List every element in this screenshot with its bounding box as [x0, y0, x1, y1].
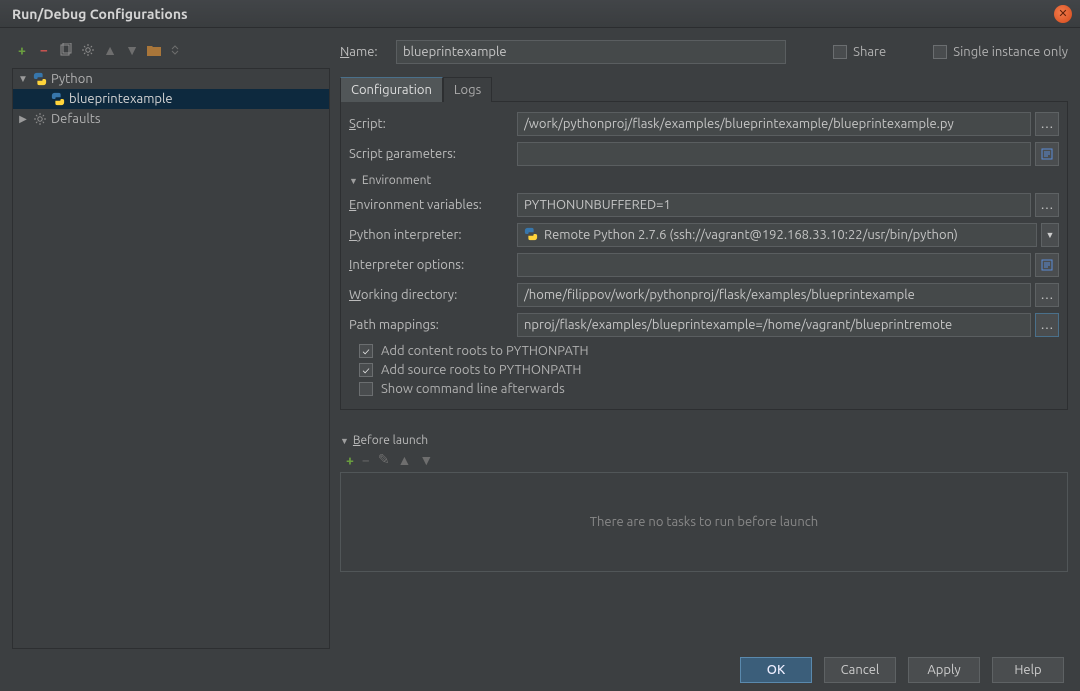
interp-opts-input[interactable] [517, 253, 1031, 277]
python-icon [524, 227, 538, 244]
tab-configuration[interactable]: Configuration [340, 77, 443, 102]
before-launch-list[interactable]: There are no tasks to run before launch [340, 472, 1068, 572]
browse-workdir-button[interactable]: … [1035, 283, 1059, 307]
add-icon[interactable]: + [14, 42, 30, 58]
env-vars-input[interactable] [517, 193, 1031, 217]
expand-interp-opts-button[interactable] [1035, 253, 1059, 277]
share-checkbox[interactable] [833, 45, 847, 59]
interpreter-value: Remote Python 2.7.6 (ssh://vagrant@192.1… [544, 228, 958, 242]
show-cmdline-label: Show command line afterwards [381, 382, 565, 396]
edit-env-vars-button[interactable]: … [1035, 193, 1059, 217]
empty-tasks-label: There are no tasks to run before launch [590, 515, 818, 529]
name-input[interactable] [396, 40, 786, 64]
config-tree[interactable]: ▼ Python blueprintexample ▶ Defaults [12, 68, 330, 649]
tree-node-blueprintexample[interactable]: blueprintexample [13, 89, 329, 109]
python-icon [33, 72, 47, 86]
expand-arrow-icon[interactable]: ▼ [17, 73, 29, 85]
tab-bar: Configuration Logs [340, 76, 1068, 102]
gear-icon [33, 112, 47, 126]
script-params-input[interactable] [517, 142, 1031, 166]
window-title: Run/Debug Configurations [12, 6, 188, 22]
collapse-triangle-icon: ▼ [349, 176, 358, 186]
environment-section[interactable]: ▼ Environment [349, 174, 1059, 187]
settings-icon[interactable] [80, 42, 96, 58]
name-label: Name: [340, 45, 388, 59]
remove-task-icon: − [362, 452, 370, 468]
add-content-roots-label: Add content roots to PYTHONPATH [381, 344, 589, 358]
expand-params-button[interactable] [1035, 142, 1059, 166]
workdir-label: Working directory: [349, 288, 509, 302]
ok-button[interactable]: OK [740, 657, 812, 683]
add-content-roots-checkbox[interactable]: ✓ [359, 344, 373, 358]
apply-button[interactable]: Apply [908, 657, 980, 683]
single-instance-checkbox[interactable] [933, 45, 947, 59]
single-instance-label: Single instance only [953, 45, 1068, 59]
tree-toolbar: + − ▲ ▼ [12, 38, 330, 62]
pathmap-input[interactable] [517, 313, 1031, 337]
titlebar: Run/Debug Configurations ✕ [0, 0, 1080, 28]
tree-label: Python [51, 72, 93, 86]
env-vars-label: Environment variables: [349, 198, 509, 212]
script-input[interactable] [517, 112, 1031, 136]
expand-arrow-icon[interactable]: ▶ [17, 113, 29, 125]
add-source-roots-checkbox[interactable]: ✓ [359, 363, 373, 377]
tree-label: blueprintexample [69, 92, 173, 106]
move-up-icon: ▲ [398, 452, 412, 468]
help-button[interactable]: Help [992, 657, 1064, 683]
tree-node-python[interactable]: ▼ Python [13, 69, 329, 89]
interpreter-dropdown-icon[interactable]: ▼ [1041, 223, 1059, 247]
tab-logs[interactable]: Logs [443, 77, 492, 102]
show-cmdline-checkbox[interactable] [359, 382, 373, 396]
collapse-triangle-icon: ▼ [340, 436, 349, 446]
params-label: Script parameters: [349, 147, 509, 161]
script-label: Script: [349, 117, 509, 131]
tree-label: Defaults [51, 112, 101, 126]
cancel-button[interactable]: Cancel [824, 657, 896, 683]
interpreter-select[interactable]: Remote Python 2.7.6 (ssh://vagrant@192.1… [517, 223, 1037, 247]
workdir-input[interactable] [517, 283, 1031, 307]
before-launch-toolbar: + − ✎ ▲ ▼ [340, 451, 1068, 468]
edit-task-icon: ✎ [378, 451, 390, 468]
add-task-icon[interactable]: + [346, 452, 354, 468]
interpreter-label: Python interpreter: [349, 228, 509, 242]
dialog-footer: OK Cancel Apply Help [0, 649, 1080, 691]
remove-icon[interactable]: − [36, 42, 52, 58]
close-icon[interactable]: ✕ [1054, 5, 1072, 23]
copy-icon[interactable] [58, 42, 74, 58]
tab-body: Script: … Script parameters: ▼ Environme… [340, 102, 1068, 410]
python-icon [51, 92, 65, 106]
tree-node-defaults[interactable]: ▶ Defaults [13, 109, 329, 129]
pathmap-label: Path mappings: [349, 318, 509, 332]
before-launch-section[interactable]: ▼ Before launch [340, 434, 1068, 447]
move-down-icon: ▼ [419, 452, 433, 468]
browse-script-button[interactable]: … [1035, 112, 1059, 136]
move-down-icon: ▼ [124, 42, 140, 58]
move-up-icon: ▲ [102, 42, 118, 58]
add-source-roots-label: Add source roots to PYTHONPATH [381, 363, 581, 377]
collapse-icon[interactable] [168, 42, 184, 58]
folder-icon[interactable] [146, 42, 162, 58]
share-label: Share [853, 45, 886, 59]
edit-pathmap-button[interactable]: … [1035, 313, 1059, 337]
interp-opts-label: Interpreter options: [349, 258, 509, 272]
